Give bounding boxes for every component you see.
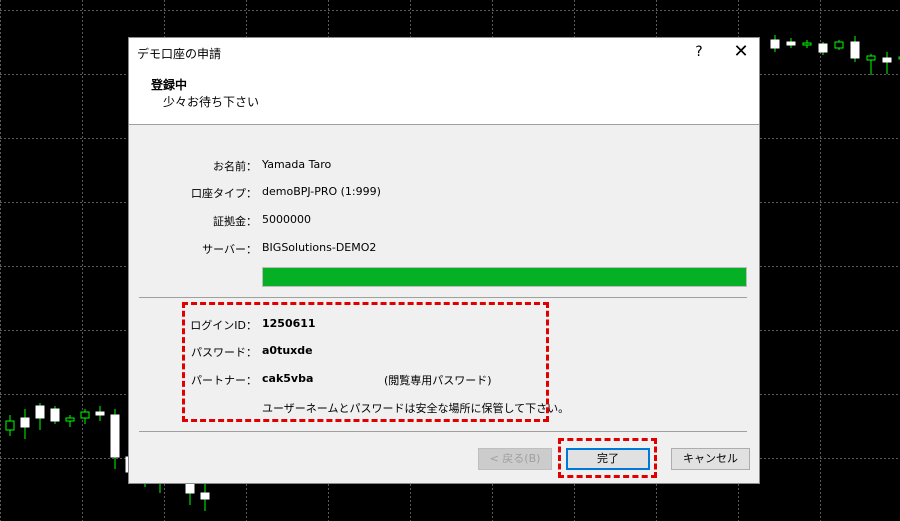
cancel-button[interactable]: キャンセル [671, 448, 750, 470]
candle-body [200, 492, 210, 500]
server-label: サーバー： [202, 243, 257, 256]
candle-body [818, 43, 828, 53]
dialog-titlebar[interactable]: デモ口座の申請 ? ✕ [129, 38, 759, 66]
account-type-value: demoBPJ-PRO (1:999) [262, 185, 381, 198]
close-icon[interactable]: ✕ [727, 41, 755, 63]
help-button[interactable]: ? [687, 42, 711, 62]
separator [139, 431, 747, 432]
candle-body [50, 408, 60, 422]
wizard-header: 登録中 少々お待ち下さい [129, 66, 759, 125]
candle-body [834, 41, 844, 49]
name-label: お名前： [213, 160, 257, 173]
account-type-label: 口座タイプ： [191, 187, 257, 200]
header-title: 登録中 [151, 78, 188, 92]
candle-body [35, 405, 45, 419]
candle-body [770, 39, 780, 49]
candle-body [850, 41, 860, 59]
name-value: Yamada Taro [262, 158, 332, 171]
dialog-title: デモ口座の申請 [137, 47, 222, 61]
candle-body [95, 411, 105, 416]
candle-body [786, 41, 796, 46]
candle-body [882, 57, 892, 63]
header-subtitle: 少々お待ち下さい [163, 95, 260, 109]
back-button[interactable]: < 戻る(B) [478, 448, 552, 470]
registration-progress-bar [262, 267, 747, 287]
separator [139, 297, 747, 298]
candle-body [802, 42, 812, 46]
credentials-highlight-box [182, 302, 549, 422]
candle-body [20, 417, 30, 428]
deposit-value: 5000000 [262, 213, 311, 226]
candle-body [866, 55, 876, 61]
candle-body [110, 414, 120, 458]
candle-body [65, 417, 75, 422]
demo-account-dialog: デモ口座の申請 ? ✕ 登録中 少々お待ち下さい お名前： Yamada Tar… [128, 37, 760, 484]
candle-body [80, 411, 90, 419]
server-value: BIGSolutions-DEMO2 [262, 241, 377, 254]
finish-highlight-box [558, 438, 657, 478]
candle-body [5, 420, 15, 431]
deposit-label: 証拠金： [213, 215, 257, 228]
progress-fill [263, 268, 746, 286]
